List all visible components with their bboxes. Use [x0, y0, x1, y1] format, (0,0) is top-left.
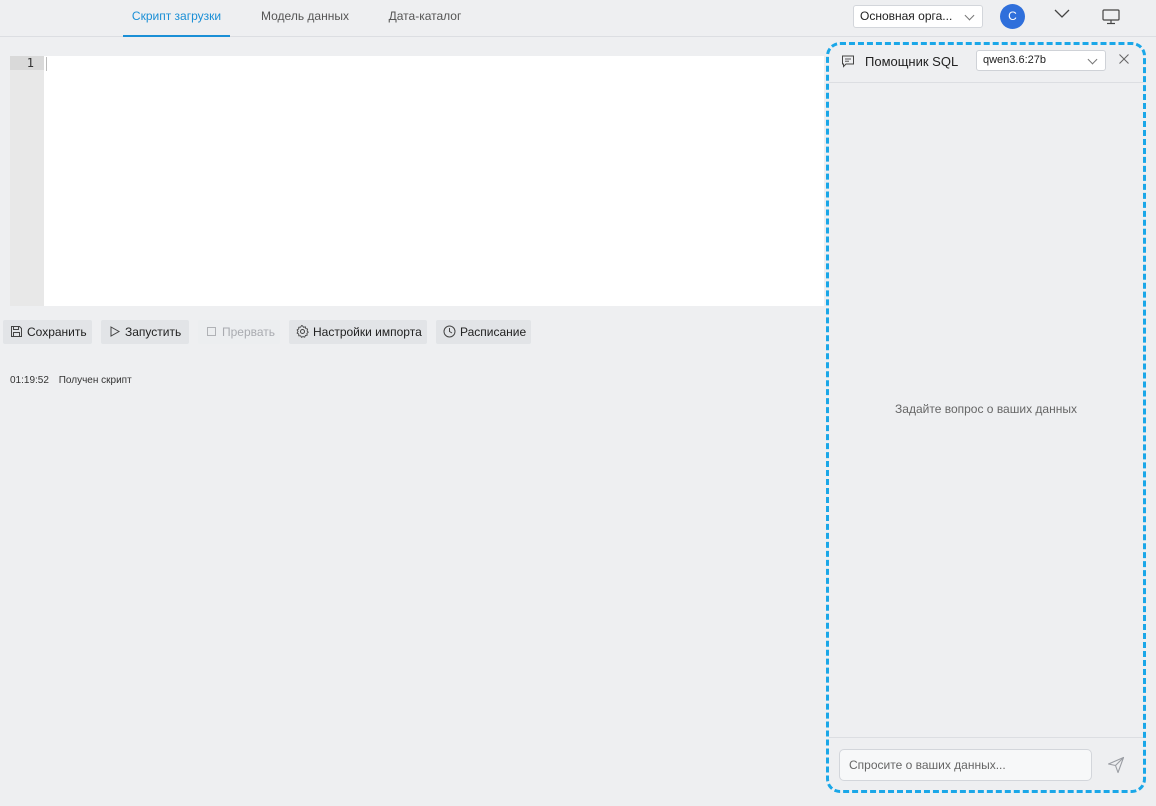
run-button[interactable]: Запустить	[101, 320, 189, 344]
schedule-button-label: Расписание	[460, 325, 527, 339]
sql-assistant-panel: Помощник SQL qwen3.6:27b Задайте вопрос …	[826, 42, 1146, 793]
assistant-header: Помощник SQL qwen3.6:27b	[829, 45, 1143, 83]
schedule-button[interactable]: Расписание	[436, 320, 531, 344]
send-icon[interactable]	[1107, 756, 1125, 774]
assistant-empty-message: Задайте вопрос о ваших данных	[895, 402, 1077, 416]
monitor-icon[interactable]	[1102, 9, 1120, 25]
import-settings-button[interactable]: Настройки импорта	[289, 320, 427, 344]
tab-data-model[interactable]: Модель данных	[255, 0, 355, 37]
chevron-down-icon	[964, 10, 975, 21]
top-bar: Скрипт загрузки Модель данных Дата-катал…	[0, 0, 1156, 37]
import-settings-button-label: Настройки импорта	[313, 325, 422, 339]
abort-button[interactable]: Прервать	[198, 320, 280, 344]
abort-button-label: Прервать	[222, 325, 276, 339]
model-select-value: qwen3.6:27b	[983, 54, 1046, 66]
avatar[interactable]: С	[1000, 4, 1025, 29]
save-button-label: Сохранить	[27, 325, 87, 339]
line-gutter: 1	[10, 56, 44, 306]
run-button-label: Запустить	[125, 325, 182, 339]
play-icon	[110, 326, 121, 337]
save-icon	[11, 326, 22, 337]
log-output: 01:19:52 Получен скрипт	[10, 375, 132, 386]
line-number: 1	[10, 56, 44, 70]
chat-icon	[842, 55, 854, 68]
close-icon[interactable]	[1118, 53, 1130, 65]
save-button[interactable]: Сохранить	[3, 320, 92, 344]
chevron-down-icon[interactable]	[1054, 9, 1070, 19]
log-message: Получен скрипт	[58, 375, 132, 386]
ask-input[interactable]	[839, 749, 1092, 781]
divider	[829, 737, 1143, 738]
gear-icon	[296, 325, 309, 338]
model-select[interactable]: qwen3.6:27b	[976, 50, 1106, 71]
organization-select[interactable]: Основная орга...	[853, 5, 983, 28]
clock-icon	[443, 325, 456, 338]
chevron-down-icon	[1087, 54, 1098, 65]
organization-select-value: Основная орга...	[860, 9, 953, 23]
log-time: 01:19:52	[10, 375, 49, 386]
text-cursor	[46, 57, 47, 71]
stop-icon	[207, 327, 216, 336]
tab-load-script[interactable]: Скрипт загрузки	[123, 0, 230, 37]
tab-data-catalog[interactable]: Дата-каталог	[382, 0, 468, 37]
assistant-title: Помощник SQL	[865, 54, 959, 69]
script-editor[interactable]: 1	[10, 56, 824, 306]
log-entry: 01:19:52 Получен скрипт	[10, 375, 132, 386]
